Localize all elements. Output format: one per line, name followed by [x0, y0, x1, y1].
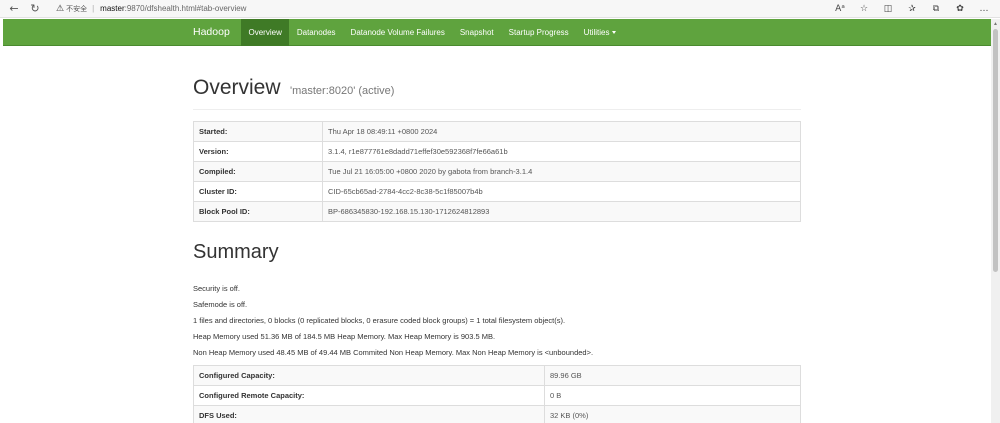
summary-line: Heap Memory used 51.36 MB of 184.5 MB He… — [193, 332, 496, 341]
url-path: :9870/dfshealth.html#tab-overview — [124, 4, 247, 13]
tab-datanodes[interactable]: Datanodes — [289, 19, 343, 46]
star-icon[interactable]: ☆ — [852, 4, 876, 14]
overview-header: Overview 'master:8020' (active) — [193, 76, 801, 110]
row-label: Compiled: — [193, 161, 323, 182]
refresh-icon[interactable]: ↻ — [26, 0, 44, 18]
row-value: Thu Apr 18 08:49:11 +0800 2024 — [322, 121, 801, 142]
split-screen-icon[interactable]: ◫ — [876, 4, 900, 14]
read-aloud-icon[interactable]: Aᵃ — [828, 4, 852, 14]
warning-icon: ⚠ — [56, 3, 65, 14]
row-label: Version: — [193, 141, 323, 162]
address-bar[interactable]: ⚠ 不安全 | master:9870/dfshealth.html#tab-o… — [56, 4, 246, 14]
page-viewport: Hadoop Overview Datanodes Datanode Volum… — [0, 19, 1000, 423]
row-value: 0 B — [544, 385, 801, 406]
url-host: master — [100, 4, 125, 13]
summary-title: Summary — [193, 241, 279, 263]
tab-utilities[interactable]: Utilities — [576, 19, 624, 46]
more-menu-icon[interactable]: … — [972, 4, 996, 14]
row-label: Started: — [193, 121, 323, 142]
summary-line: 1 files and directories, 0 blocks (0 rep… — [193, 316, 566, 325]
scroll-thumb[interactable] — [993, 29, 998, 272]
table-row: Compiled: Tue Jul 21 16:05:00 +0800 2020 … — [193, 161, 801, 182]
summary-line: Security is off. — [193, 284, 240, 293]
row-label: Cluster ID: — [193, 181, 323, 202]
summary-text: Security is off. Safemode is off. 1 file… — [193, 283, 593, 363]
favorites-icon[interactable]: ✰ — [900, 4, 924, 14]
row-label: Block Pool ID: — [193, 201, 323, 222]
tab-snapshot[interactable]: Snapshot — [452, 19, 501, 46]
collections-icon[interactable]: ⧉ — [924, 4, 948, 14]
row-value: BP-686345830-192.168.15.130-171262481289… — [322, 201, 801, 222]
row-label: Configured Remote Capacity: — [193, 385, 545, 406]
navbar-brand[interactable]: Hadoop — [193, 26, 239, 38]
overview-title: Overview — [193, 76, 281, 99]
tab-datanode-volume-failures[interactable]: Datanode Volume Failures — [343, 19, 452, 46]
address-separator: | — [92, 4, 95, 13]
table-row: Configured Capacity: 89.96 GB — [193, 365, 801, 386]
summary-line: Safemode is off. — [193, 300, 248, 309]
table-row: DFS Used: 32 KB (0%) — [193, 405, 801, 423]
tab-overview[interactable]: Overview — [241, 19, 290, 46]
row-label: DFS Used: — [193, 405, 545, 423]
tab-startup-progress[interactable]: Startup Progress — [501, 19, 576, 46]
back-arrow-icon[interactable]: ← — [5, 0, 23, 18]
row-label: Configured Capacity: — [193, 365, 545, 386]
table-row: Block Pool ID: BP-686345830-192.168.15.13… — [193, 201, 801, 222]
vertical-scrollbar[interactable]: ▲ — [991, 19, 1000, 423]
summary-header: Summary — [193, 241, 801, 271]
table-row: Configured Remote Capacity: 0 B — [193, 385, 801, 406]
table-row: Version: 3.1.4, r1e877761e8dadd71effef30e… — [193, 141, 801, 162]
browser-toolbar: ← ↻ ⚠ 不安全 | master:9870/dfshealth.html#t… — [0, 0, 1000, 18]
utilities-label: Utilities — [583, 27, 610, 37]
row-value: 32 KB (0%) — [544, 405, 801, 423]
browser-actions: Aᵃ ☆ ◫ ✰ ⧉ ✿ … — [828, 0, 996, 18]
row-value: Tue Jul 21 16:05:00 +0800 2020 by gabota… — [322, 161, 801, 182]
overview-table: Started: Thu Apr 18 08:49:11 +0800 2024 V… — [193, 121, 801, 222]
summary-line: Non Heap Memory used 48.45 MB of 49.44 M… — [193, 348, 594, 357]
caret-down-icon — [612, 30, 617, 34]
overview-subtitle: 'master:8020' (active) — [289, 85, 395, 97]
row-value: 89.96 GB — [544, 365, 801, 386]
table-row: Cluster ID: CID-65cb65ad-2784-4cc2-8c38-5… — [193, 181, 801, 202]
summary-table: Configured Capacity: 89.96 GB Configured … — [193, 365, 801, 423]
extensions-icon[interactable]: ✿ — [948, 4, 972, 14]
scroll-up-arrow-icon[interactable]: ▲ — [992, 21, 999, 27]
table-row: Started: Thu Apr 18 08:49:11 +0800 2024 — [193, 121, 801, 142]
row-value: CID-65cb65ad-2784-4cc2-8c38-5c1f85007b4b — [322, 181, 801, 202]
row-value: 3.1.4, r1e877761e8dadd71effef30e592368f7… — [322, 141, 801, 162]
insecure-label: 不安全 — [66, 5, 88, 13]
hadoop-navbar: Hadoop Overview Datanodes Datanode Volum… — [3, 19, 992, 46]
